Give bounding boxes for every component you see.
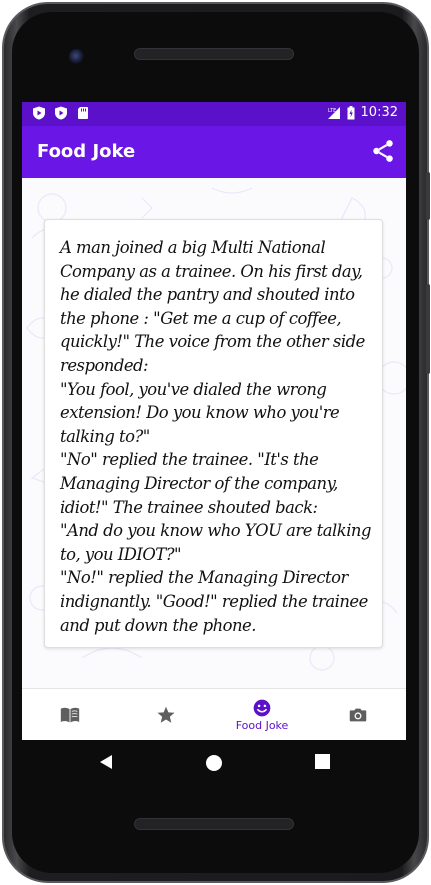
nav-item-camera[interactable] (310, 689, 406, 740)
recents-icon[interactable] (315, 754, 330, 769)
nav-item-favorites[interactable] (118, 689, 214, 740)
screen: LTE 10:32 Food Joke A man joined a big M… (22, 102, 406, 740)
share-icon[interactable] (370, 138, 396, 164)
svg-text:LTE: LTE (328, 108, 336, 114)
content-area: A man joined a big Multi National Compan… (22, 178, 406, 688)
status-right: LTE 10:32 (327, 105, 398, 120)
top-speaker (134, 48, 294, 60)
lte-signal-icon: LTE (327, 106, 340, 119)
play-icon (55, 106, 67, 120)
status-bar: LTE 10:32 (22, 102, 406, 126)
nav-item-book[interactable] (22, 689, 118, 740)
volume-button (426, 172, 430, 220)
status-left-icons (32, 106, 90, 120)
battery-icon (347, 105, 355, 119)
app-bar: Food Joke (22, 126, 406, 178)
nav-item-food-joke[interactable]: Food Joke (214, 689, 310, 740)
star-icon (157, 706, 175, 723)
book-icon (60, 707, 80, 722)
back-icon[interactable] (98, 754, 114, 770)
front-camera (69, 49, 84, 64)
joke-text: A man joined a big Multi National Compan… (60, 238, 371, 635)
system-navigation-bar (22, 740, 406, 786)
home-icon[interactable] (205, 754, 223, 772)
smiley-icon (253, 699, 271, 716)
camera-icon (349, 708, 367, 721)
power-button (426, 284, 430, 374)
joke-card: A man joined a big Multi National Compan… (44, 219, 383, 648)
app-title: Food Joke (37, 141, 136, 162)
nav-label-food-joke: Food Joke (235, 718, 289, 732)
play-protect-icon (33, 106, 45, 120)
bottom-speaker (134, 818, 294, 830)
status-time: 10:32 (360, 105, 398, 120)
sd-card-icon (78, 107, 88, 119)
bottom-navigation: Food Joke (22, 688, 406, 740)
